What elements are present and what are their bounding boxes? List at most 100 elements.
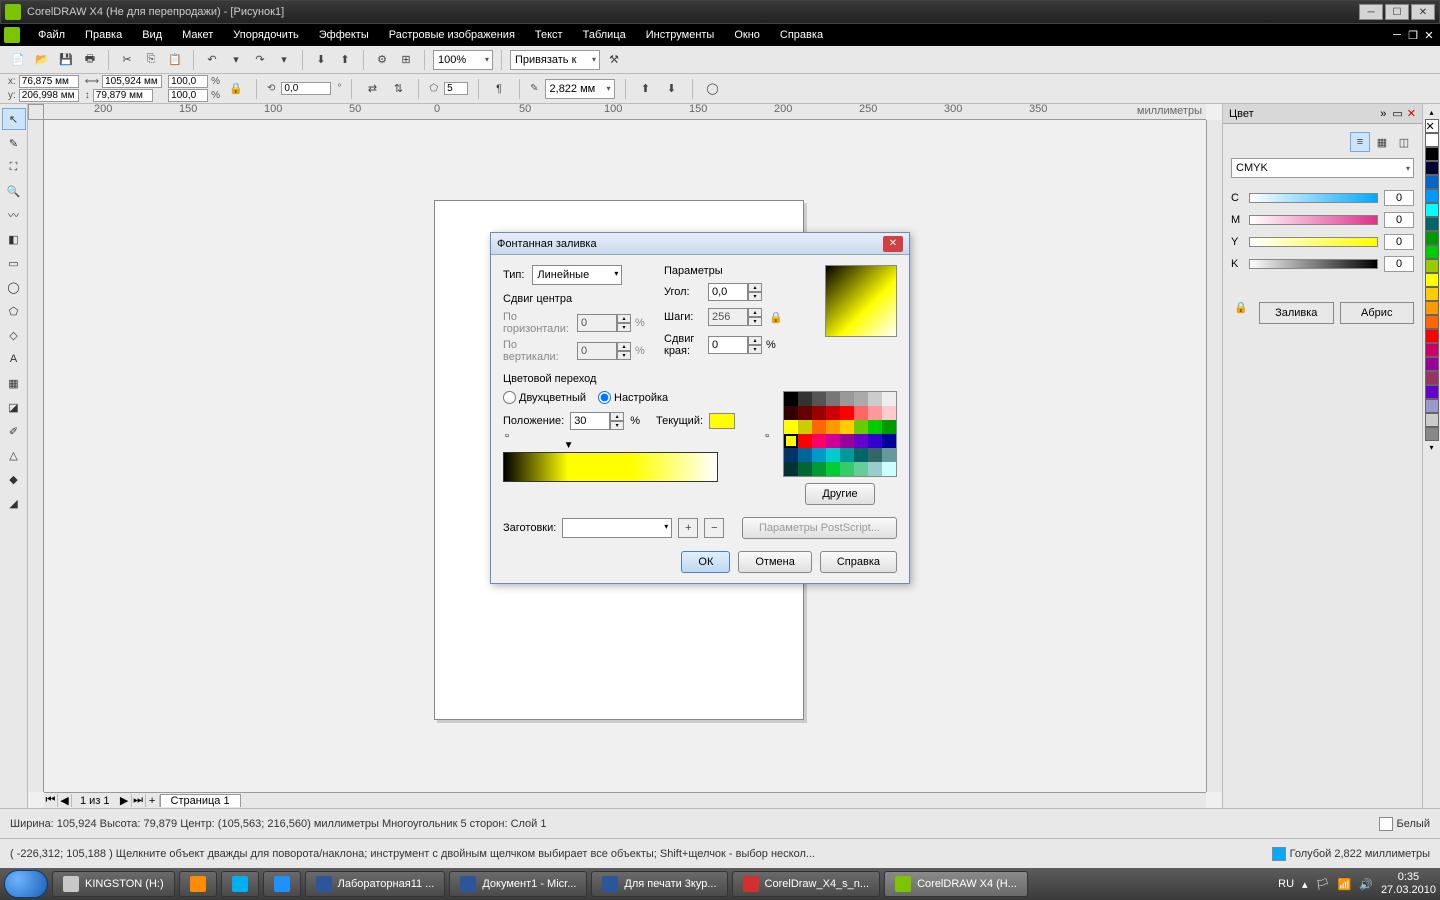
taskbar-item[interactable] xyxy=(179,871,217,897)
rectangle-tool-icon[interactable]: ▭ xyxy=(2,252,26,274)
pick-tool-icon[interactable]: ↖ xyxy=(2,108,26,130)
palette-swatch[interactable] xyxy=(1425,287,1439,301)
scaley-field[interactable]: 100,0 xyxy=(168,89,208,102)
taskbar-item[interactable] xyxy=(263,871,301,897)
more-colors-button[interactable]: Другие xyxy=(805,483,874,505)
smartfill-tool-icon[interactable]: ◧ xyxy=(2,228,26,250)
palette-scroll-up[interactable]: ▴ xyxy=(1429,108,1433,117)
mirror-h-icon[interactable]: ⇄ xyxy=(362,79,382,99)
start-button[interactable] xyxy=(4,870,48,898)
tray-network-icon[interactable]: 📶 xyxy=(1338,878,1352,891)
convert-curves-icon[interactable]: ◯ xyxy=(703,79,723,99)
sides-field[interactable]: 5 xyxy=(444,82,468,95)
vertical-ruler[interactable] xyxy=(28,120,44,792)
menu-help[interactable]: Справка xyxy=(770,29,833,41)
menu-table[interactable]: Таблица xyxy=(573,29,636,41)
undo-dropdown[interactable]: ▾ xyxy=(226,50,246,70)
sliders-view-icon[interactable]: ≡ xyxy=(1350,132,1370,152)
edgepad-input[interactable] xyxy=(708,336,748,354)
palette-swatch[interactable] xyxy=(1425,175,1439,189)
taskbar-item[interactable]: CorelDRAW X4 (Н... xyxy=(884,871,1028,897)
dialog-close-button[interactable]: ✕ xyxy=(883,236,903,252)
welcome-icon[interactable]: ⊞ xyxy=(396,50,416,70)
add-page-button[interactable]: + xyxy=(146,795,160,807)
menu-effects[interactable]: Эффекты xyxy=(309,29,379,41)
paste-icon[interactable]: 📋 xyxy=(165,50,185,70)
palettes-view-icon[interactable]: ◫ xyxy=(1394,132,1414,152)
menu-bitmaps[interactable]: Растровые изображения xyxy=(379,29,525,41)
palette-swatch[interactable] xyxy=(1425,161,1439,175)
docker-undock-icon[interactable]: ▭ xyxy=(1392,107,1402,120)
close-button[interactable]: ✕ xyxy=(1411,4,1435,20)
position-input[interactable] xyxy=(570,412,610,430)
redo-icon[interactable]: ↷ xyxy=(250,50,270,70)
taskbar-item[interactable] xyxy=(221,871,259,897)
ruler-origin[interactable] xyxy=(28,104,44,120)
menu-tools[interactable]: Инструменты xyxy=(636,29,725,41)
palette-swatch[interactable] xyxy=(1425,357,1439,371)
palette-swatch[interactable] xyxy=(1425,245,1439,259)
mirror-v-icon[interactable]: ⇅ xyxy=(388,79,408,99)
ok-button[interactable]: ОК xyxy=(681,551,730,573)
docker-close-icon[interactable]: ✕ xyxy=(1407,107,1416,120)
maximize-button[interactable]: ☐ xyxy=(1385,4,1409,20)
current-color-swatch[interactable] xyxy=(709,413,735,429)
interactive-tool-icon[interactable]: ◪ xyxy=(2,396,26,418)
palette-swatch[interactable] xyxy=(1425,203,1439,217)
lock-fill-icon[interactable]: 🔒 xyxy=(1231,297,1251,317)
menu-file[interactable]: Файл xyxy=(28,29,75,41)
taskbar-item[interactable]: CorelDraw_X4_s_n... xyxy=(732,871,881,897)
help-button[interactable]: Справка xyxy=(820,551,897,573)
table-tool-icon[interactable]: ▦ xyxy=(2,372,26,394)
docker-collapse-icon[interactable]: » xyxy=(1380,108,1386,120)
save-icon[interactable]: 💾 xyxy=(56,50,76,70)
page-tab[interactable]: Страница 1 xyxy=(160,794,241,807)
palette-swatch[interactable] xyxy=(1425,329,1439,343)
cancel-button[interactable]: Отмена xyxy=(738,551,811,573)
taskbar-item[interactable]: Лабораторная11 ... xyxy=(305,871,446,897)
clock[interactable]: 0:35 27.03.2010 xyxy=(1381,871,1436,897)
basic-shapes-icon[interactable]: ◇ xyxy=(2,324,26,346)
open-icon[interactable]: 📂 xyxy=(32,50,52,70)
taskbar-item[interactable]: Для печати 3кур... xyxy=(591,871,727,897)
palette-swatch[interactable] xyxy=(1425,133,1439,147)
no-color-swatch[interactable]: ✕ xyxy=(1425,119,1439,133)
menu-edit[interactable]: Правка xyxy=(75,29,132,41)
palette-swatch[interactable] xyxy=(1425,189,1439,203)
custom-radio[interactable]: Настройка xyxy=(598,391,668,404)
app-menu-icon[interactable] xyxy=(4,27,20,43)
print-icon[interactable]: 🖶 xyxy=(80,50,100,70)
palette-swatch[interactable] xyxy=(1425,315,1439,329)
options-icon[interactable]: ⚒ xyxy=(604,50,624,70)
doc-restore-button[interactable]: ❐ xyxy=(1406,28,1420,42)
tray-flag-icon[interactable]: 🏳 xyxy=(1316,878,1330,891)
y-field[interactable]: 206,998 мм xyxy=(19,89,79,102)
ellipse-tool-icon[interactable]: ◯ xyxy=(2,276,26,298)
color-picker-grid[interactable] xyxy=(783,391,897,477)
last-page-button[interactable]: ⏭ xyxy=(132,794,146,807)
next-page-button[interactable]: ▶ xyxy=(118,794,132,807)
color-model-select[interactable]: CMYK xyxy=(1231,158,1414,178)
snapto-select[interactable]: Привязать к xyxy=(510,50,600,70)
menu-text[interactable]: Текст xyxy=(525,29,573,41)
tray-icon[interactable]: ▴ xyxy=(1302,878,1308,891)
export-icon[interactable]: ⬆ xyxy=(335,50,355,70)
angle-field[interactable]: 0,0 xyxy=(281,82,331,95)
height-field[interactable]: 79,879 мм xyxy=(93,89,153,102)
shape-tool-icon[interactable]: ✎ xyxy=(2,132,26,154)
palette-swatch[interactable] xyxy=(1425,371,1439,385)
palette-swatch[interactable] xyxy=(1425,259,1439,273)
lock-ratio-icon[interactable]: 🔒 xyxy=(226,79,246,99)
redo-dropdown[interactable]: ▾ xyxy=(274,50,294,70)
import-icon[interactable]: ⬇ xyxy=(311,50,331,70)
menu-layout[interactable]: Макет xyxy=(172,29,223,41)
lock-steps-icon[interactable]: 🔒 xyxy=(766,307,786,327)
outline-tool-icon[interactable]: △ xyxy=(2,444,26,466)
taskbar-item[interactable]: KINGSTON (H:) xyxy=(52,871,175,897)
add-preset-button[interactable]: + xyxy=(678,518,698,538)
palette-swatch[interactable] xyxy=(1425,343,1439,357)
palette-swatch[interactable] xyxy=(1425,147,1439,161)
language-indicator[interactable]: RU xyxy=(1278,878,1294,890)
x-field[interactable]: 76,875 мм xyxy=(19,75,79,88)
palette-scroll-down[interactable]: ▾ xyxy=(1429,443,1433,452)
